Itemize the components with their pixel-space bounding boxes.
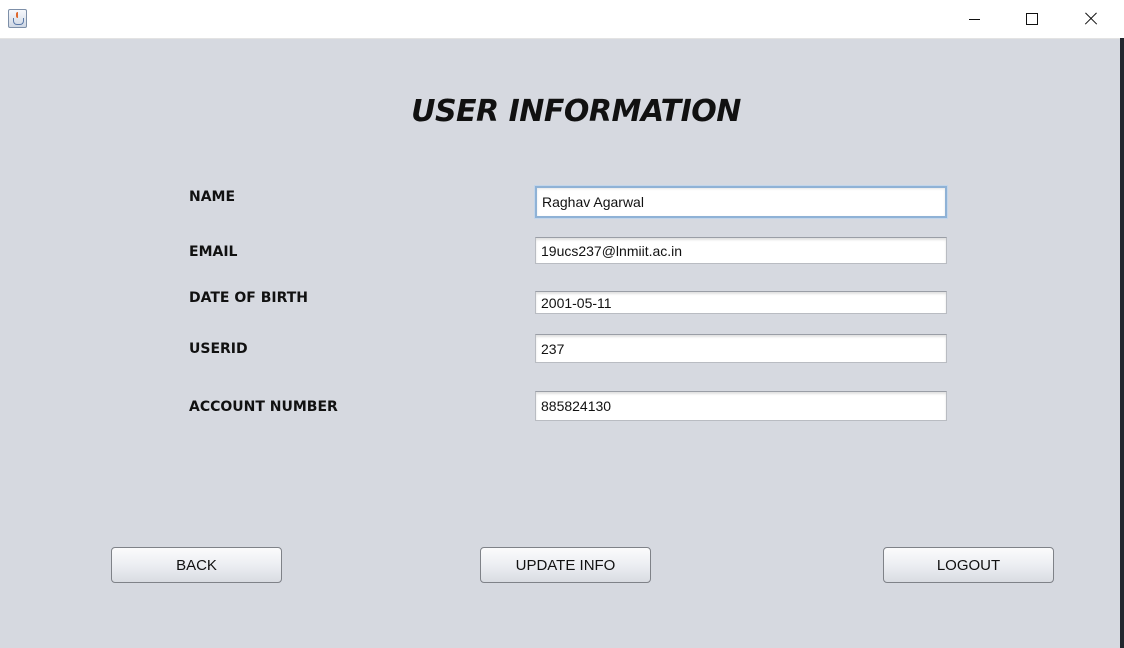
email-label: EMAIL bbox=[189, 244, 238, 260]
name-label: NAME bbox=[189, 189, 236, 205]
close-icon bbox=[1084, 12, 1098, 26]
back-button[interactable]: BACK bbox=[111, 547, 282, 583]
userid-field[interactable]: 237 bbox=[535, 334, 947, 363]
minimize-icon bbox=[968, 18, 980, 20]
update-info-button[interactable]: UPDATE INFO bbox=[480, 547, 651, 583]
page-title: USER INFORMATION bbox=[411, 94, 741, 129]
email-field[interactable]: 19ucs237@lnmiit.ac.in bbox=[535, 237, 947, 264]
close-button[interactable] bbox=[1062, 0, 1120, 38]
account-number-label: ACCOUNT NUMBER bbox=[189, 399, 338, 415]
logout-button[interactable]: LOGOUT bbox=[883, 547, 1054, 583]
name-field[interactable]: Raghav Agarwal bbox=[535, 186, 947, 218]
maximize-button[interactable] bbox=[1003, 0, 1061, 38]
userid-label: USERID bbox=[189, 341, 248, 357]
java-app-icon[interactable] bbox=[8, 9, 27, 28]
dob-label: DATE OF BIRTH bbox=[189, 290, 308, 306]
window-edge bbox=[1120, 38, 1124, 648]
minimize-button[interactable] bbox=[945, 0, 1003, 38]
window-titlebar[interactable] bbox=[0, 0, 1124, 39]
account-number-field[interactable]: 885824130 bbox=[535, 391, 947, 421]
dob-field[interactable]: 2001-05-11 bbox=[535, 291, 947, 314]
maximize-icon bbox=[1026, 13, 1038, 25]
